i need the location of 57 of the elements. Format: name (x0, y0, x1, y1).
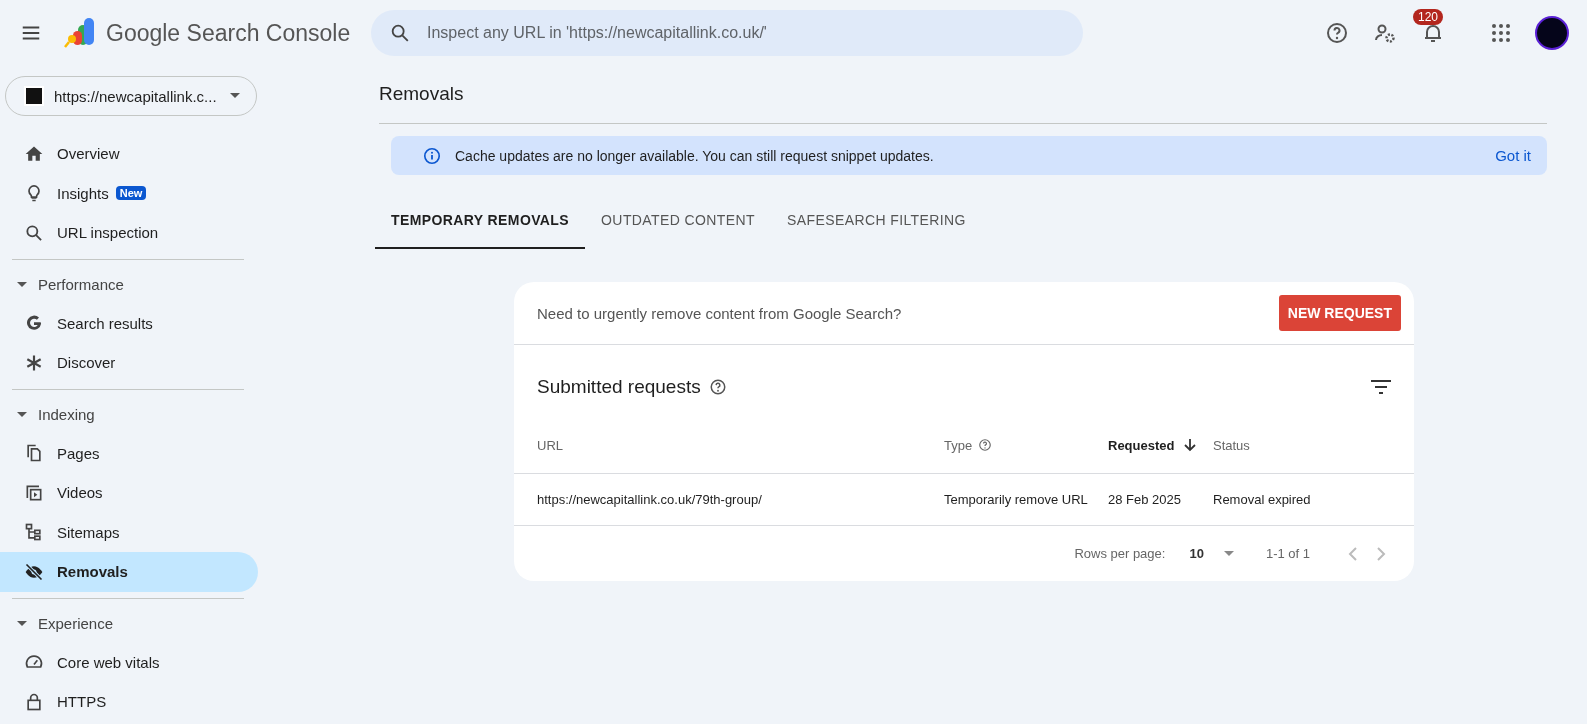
help-icon[interactable] (708, 378, 727, 396)
search-icon (24, 222, 44, 243)
sidebar-item[interactable]: URL inspection (0, 213, 258, 253)
expand-caret-icon (17, 281, 27, 288)
avatar[interactable] (1535, 16, 1569, 50)
new-badge: New (115, 186, 147, 201)
sidebar-section-header[interactable]: Performance (0, 265, 124, 304)
sitemap-icon (24, 522, 44, 543)
eye-icon (24, 561, 44, 582)
info-icon (423, 146, 441, 165)
new-request-button[interactable]: NEW REQUEST (1278, 295, 1401, 331)
column-header[interactable]: Status (1213, 417, 1414, 474)
expand-caret-icon (17, 411, 27, 418)
sidebar-section-header[interactable]: Experience (0, 604, 114, 643)
site-favicon (24, 86, 44, 106)
dropdown-caret-icon (230, 93, 240, 99)
expand-caret-icon (17, 620, 27, 627)
lock-icon (24, 691, 44, 712)
sidebar-item[interactable]: Videos (0, 473, 258, 513)
tab[interactable]: SAFESEARCH FILTERING (771, 195, 982, 249)
card-title: Submitted requests (537, 376, 701, 398)
sidebar-item[interactable]: HTTPS (0, 682, 258, 722)
pages-icon (24, 443, 44, 464)
filter-icon[interactable] (1371, 380, 1391, 394)
sidebar-item[interactable]: Removals (0, 552, 258, 592)
search-icon (389, 22, 411, 44)
sidebar-section-header[interactable]: Indexing (0, 395, 95, 434)
rows-per-page-label: Rows per page: (1074, 546, 1166, 561)
rows-per-page-select[interactable]: 10 (1183, 545, 1240, 562)
sidebar-item[interactable]: Search results (0, 303, 258, 343)
tab[interactable]: TEMPORARY REMOVALS (375, 195, 586, 249)
sidebar-item[interactable]: Insights New (0, 173, 258, 213)
page-title: Removals (379, 83, 1547, 124)
sort-arrow-icon (1184, 438, 1197, 452)
sidebar-item[interactable]: Pages (0, 433, 258, 473)
dropdown-caret-icon (1223, 550, 1234, 557)
notification-count: 120 (1413, 9, 1444, 25)
table-cell: 28 Feb 2025 (1108, 474, 1213, 526)
search-field[interactable]: Inspect any URL in 'https://newcapitallink.co.uk/' (371, 10, 1083, 56)
got-it-link[interactable]: Got it (1495, 147, 1531, 164)
apps-grid-icon[interactable] (1491, 23, 1511, 43)
sidebar-item[interactable]: Core web vitals (0, 642, 258, 682)
page-range: 1-1 of 1 (1265, 546, 1310, 561)
column-header[interactable]: Type (944, 417, 1108, 474)
column-header[interactable]: Requested (1108, 417, 1213, 474)
sidebar-item[interactable]: Discover (0, 343, 258, 383)
banner-message: Cache updates are no longer available. You can still request snippet updates. (455, 147, 935, 164)
app-title: Google Search Console (106, 19, 352, 47)
sidebar-item[interactable]: Overview (0, 134, 258, 174)
column-header[interactable]: URL (514, 417, 944, 474)
urgent-removal-prompt: Need to urgently remove content from Google Search? (537, 304, 903, 322)
help-icon[interactable] (1325, 21, 1349, 45)
table-cell: Temporarily remove URL (944, 474, 1108, 526)
sidebar-item[interactable]: Sitemaps (0, 512, 258, 552)
table-cell: Removal expired (1213, 474, 1414, 526)
table-cell: https://newcapitallink.co.uk/79th-group/ (514, 474, 944, 526)
tab[interactable]: OUTDATED CONTENT (585, 195, 771, 249)
